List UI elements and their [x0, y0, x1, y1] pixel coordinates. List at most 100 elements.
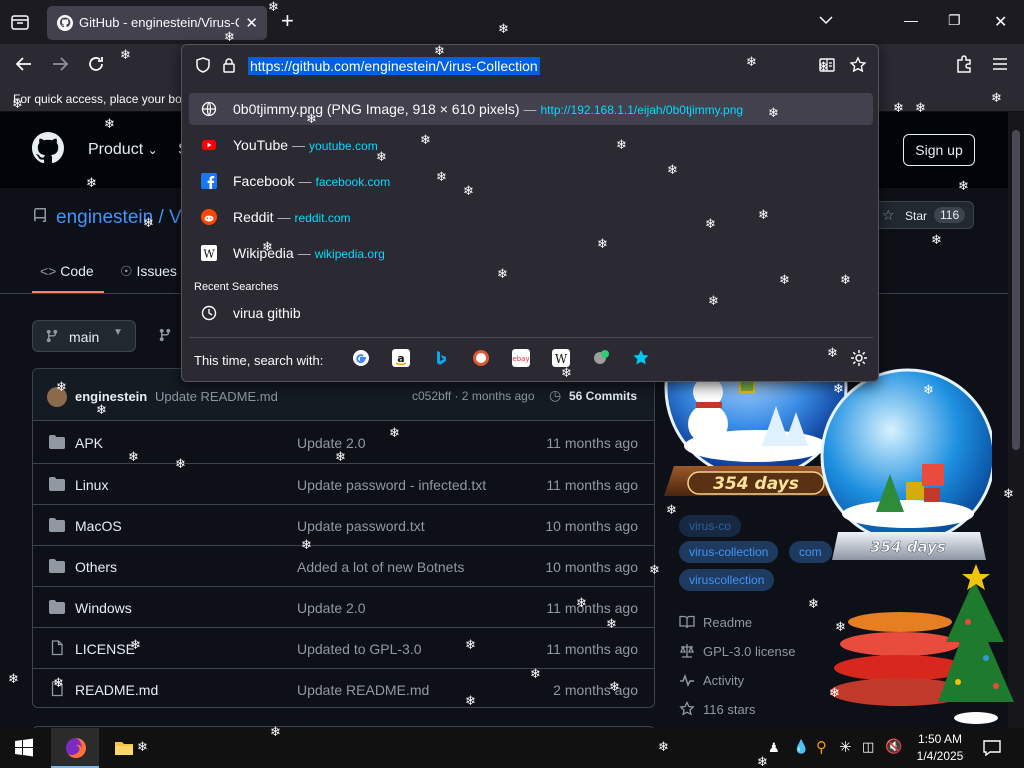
file-row[interactable]: MacOS Update password.txt 10 months ago [33, 504, 654, 545]
topic-tag-partial[interactable]: virus-co [679, 515, 742, 537]
url-suggestion[interactable]: W Wikipedia — wikipedia.org [189, 237, 873, 269]
bing-engine-icon[interactable] [432, 349, 450, 367]
file-row[interactable]: APK Update 2.0 11 months ago [33, 422, 654, 463]
menu-hamburger-icon[interactable] [990, 54, 1010, 74]
repo-owner-link[interactable]: enginestein [56, 207, 153, 228]
tray-snowflake-icon[interactable]: ✳ [839, 738, 852, 756]
file-commit-message[interactable]: Updated to GPL-3.0 [297, 641, 422, 657]
avatar[interactable] [47, 387, 67, 407]
tab-code[interactable]: <> Code [40, 263, 94, 279]
settings-gear-icon[interactable] [850, 349, 868, 367]
google-engine-icon[interactable] [352, 349, 370, 367]
tab-github[interactable]: GitHub - enginestein/Virus-Collection ✕ [47, 6, 267, 40]
notifications-icon[interactable] [982, 738, 1002, 758]
lock-icon[interactable] [220, 56, 238, 74]
suggestion-dash: — [277, 210, 291, 225]
github-logo-icon[interactable] [32, 132, 64, 164]
amazon-engine-icon[interactable]: a [392, 349, 410, 367]
back-arrow-icon[interactable] [14, 54, 34, 74]
file-name[interactable]: LICENSE [75, 641, 135, 657]
repo-title[interactable]: enginestein / V [56, 207, 182, 229]
url-suggestion[interactable]: Reddit — reddit.com [189, 201, 873, 233]
new-tab-button[interactable]: + [281, 10, 294, 32]
file-name[interactable]: Windows [75, 600, 132, 616]
file-row[interactable]: Others Added a lot of new Botnets 10 month… [33, 545, 654, 586]
commits-count-link[interactable]: 56 Commits [569, 389, 637, 403]
file-row[interactable]: Windows Update 2.0 11 months ago [33, 586, 654, 627]
sign-up-button[interactable]: Sign up [903, 134, 975, 166]
commit-author[interactable]: enginestein [75, 389, 147, 404]
file-name[interactable]: Linux [75, 477, 108, 493]
recent-search-item[interactable]: virua githib [189, 297, 873, 329]
tray-network-people-icon[interactable]: ♟ [768, 740, 780, 756]
reload-icon[interactable] [86, 54, 106, 74]
list-all-tabs-icon[interactable] [818, 12, 834, 28]
extensions-icon[interactable] [954, 54, 974, 74]
file-age: 11 months ago [546, 641, 638, 657]
commit-hash-time[interactable]: c052bff · 2 months ago [412, 389, 535, 403]
tray-search-icon[interactable]: ⚲ [816, 738, 827, 756]
file-row[interactable]: LICENSE Updated to GPL-3.0 11 months ago [33, 627, 654, 668]
url-suggestion[interactable]: 0b0tjimmy.png (PNG Image, 918 × 610 pixe… [189, 93, 873, 125]
star-button[interactable]: ☆ Star 116 [872, 201, 974, 229]
url-suggestion[interactable]: Facebook — facebook.com [189, 165, 873, 197]
suggestion-url: facebook.com [315, 175, 391, 189]
svg-text:W: W [555, 352, 568, 366]
sidebar-license[interactable]: GPL-3.0 license [679, 643, 796, 659]
branches-icon[interactable] [158, 328, 172, 342]
tab-issues-label: Issues [136, 263, 177, 279]
close-window-icon[interactable]: ✕ [994, 12, 1007, 32]
chevron-down-icon: ⌄ [147, 143, 158, 157]
file-commit-message[interactable]: Update password.txt [297, 518, 425, 534]
file-row[interactable]: README.md Update README.md 2 months ago [33, 668, 654, 709]
file-name[interactable]: Others [75, 559, 117, 575]
forward-arrow-icon[interactable] [50, 54, 70, 74]
snow-globe-countdown-widget-2[interactable]: 354 days [810, 364, 992, 584]
file-commit-message[interactable]: Update README.md [297, 682, 429, 698]
wikipedia-engine-icon[interactable]: W [552, 349, 570, 367]
scrollbar-thumb[interactable] [1012, 130, 1020, 450]
restore-window-icon[interactable]: ❐ [948, 12, 961, 29]
tray-volume-muted-icon[interactable]: 🔇 [885, 738, 902, 755]
file-name[interactable]: README.md [75, 682, 158, 698]
file-commit-message[interactable]: Added a lot of new Botnets [297, 559, 464, 575]
file-commit-message[interactable]: Update password - infected.txt [297, 477, 486, 493]
file-name[interactable]: MacOS [75, 518, 122, 534]
file-name[interactable]: APK [75, 435, 103, 451]
file-commit-message[interactable]: Update 2.0 [297, 435, 366, 451]
firefox-taskbar-button[interactable] [51, 728, 99, 768]
bookmarks-star-engine-icon[interactable] [632, 349, 650, 367]
tray-network-icon[interactable]: ◫ [862, 739, 874, 755]
ebay-engine-icon[interactable]: ebay [512, 349, 530, 367]
pulse-icon [680, 673, 694, 687]
folder-icon [49, 477, 65, 491]
tracking-protection-shield-icon[interactable] [194, 56, 212, 74]
close-tab-icon[interactable]: ✕ [245, 14, 258, 32]
bookmark-star-icon[interactable] [849, 56, 867, 74]
star-count: 116 [934, 207, 966, 223]
sidebar-readme[interactable]: Readme [679, 614, 752, 630]
file-row[interactable]: Linux Update password - infected.txt 11 mo… [33, 463, 654, 504]
topic-tag[interactable]: viruscollection [679, 569, 775, 591]
sidebar-activity[interactable]: Activity [679, 672, 744, 688]
duckduckgo-engine-icon[interactable] [472, 349, 490, 367]
url-input[interactable]: https://github.com/enginestein/Virus-Col… [248, 57, 540, 75]
windows-start-icon[interactable] [14, 738, 34, 758]
file-commit-message[interactable]: Update 2.0 [297, 600, 366, 616]
firefox-view-icon[interactable] [10, 12, 30, 32]
taskbar-clock[interactable]: 1:50 AM 1/4/2025 [910, 731, 970, 765]
tray-drop-icon[interactable]: 💧 [793, 739, 809, 755]
reader-view-icon[interactable] [818, 56, 836, 74]
commit-message[interactable]: Update README.md [155, 389, 278, 404]
repo-name-cut: / V [158, 207, 182, 228]
history-icon: ◷ [549, 387, 562, 403]
minimize-window-icon[interactable]: — [904, 12, 918, 28]
tab-issues[interactable]: ☉ Issues [120, 263, 177, 280]
topic-tag[interactable]: virus-collection [679, 541, 779, 563]
product-menu[interactable]: Product ⌄ [88, 141, 158, 159]
search-engine-settings-icon[interactable] [592, 349, 610, 367]
file-explorer-icon[interactable] [114, 738, 134, 758]
branch-selector[interactable]: main ▼ [32, 320, 136, 352]
url-suggestion[interactable]: YouTube — youtube.com [189, 129, 873, 161]
sidebar-stars[interactable]: 116 stars [679, 700, 756, 717]
